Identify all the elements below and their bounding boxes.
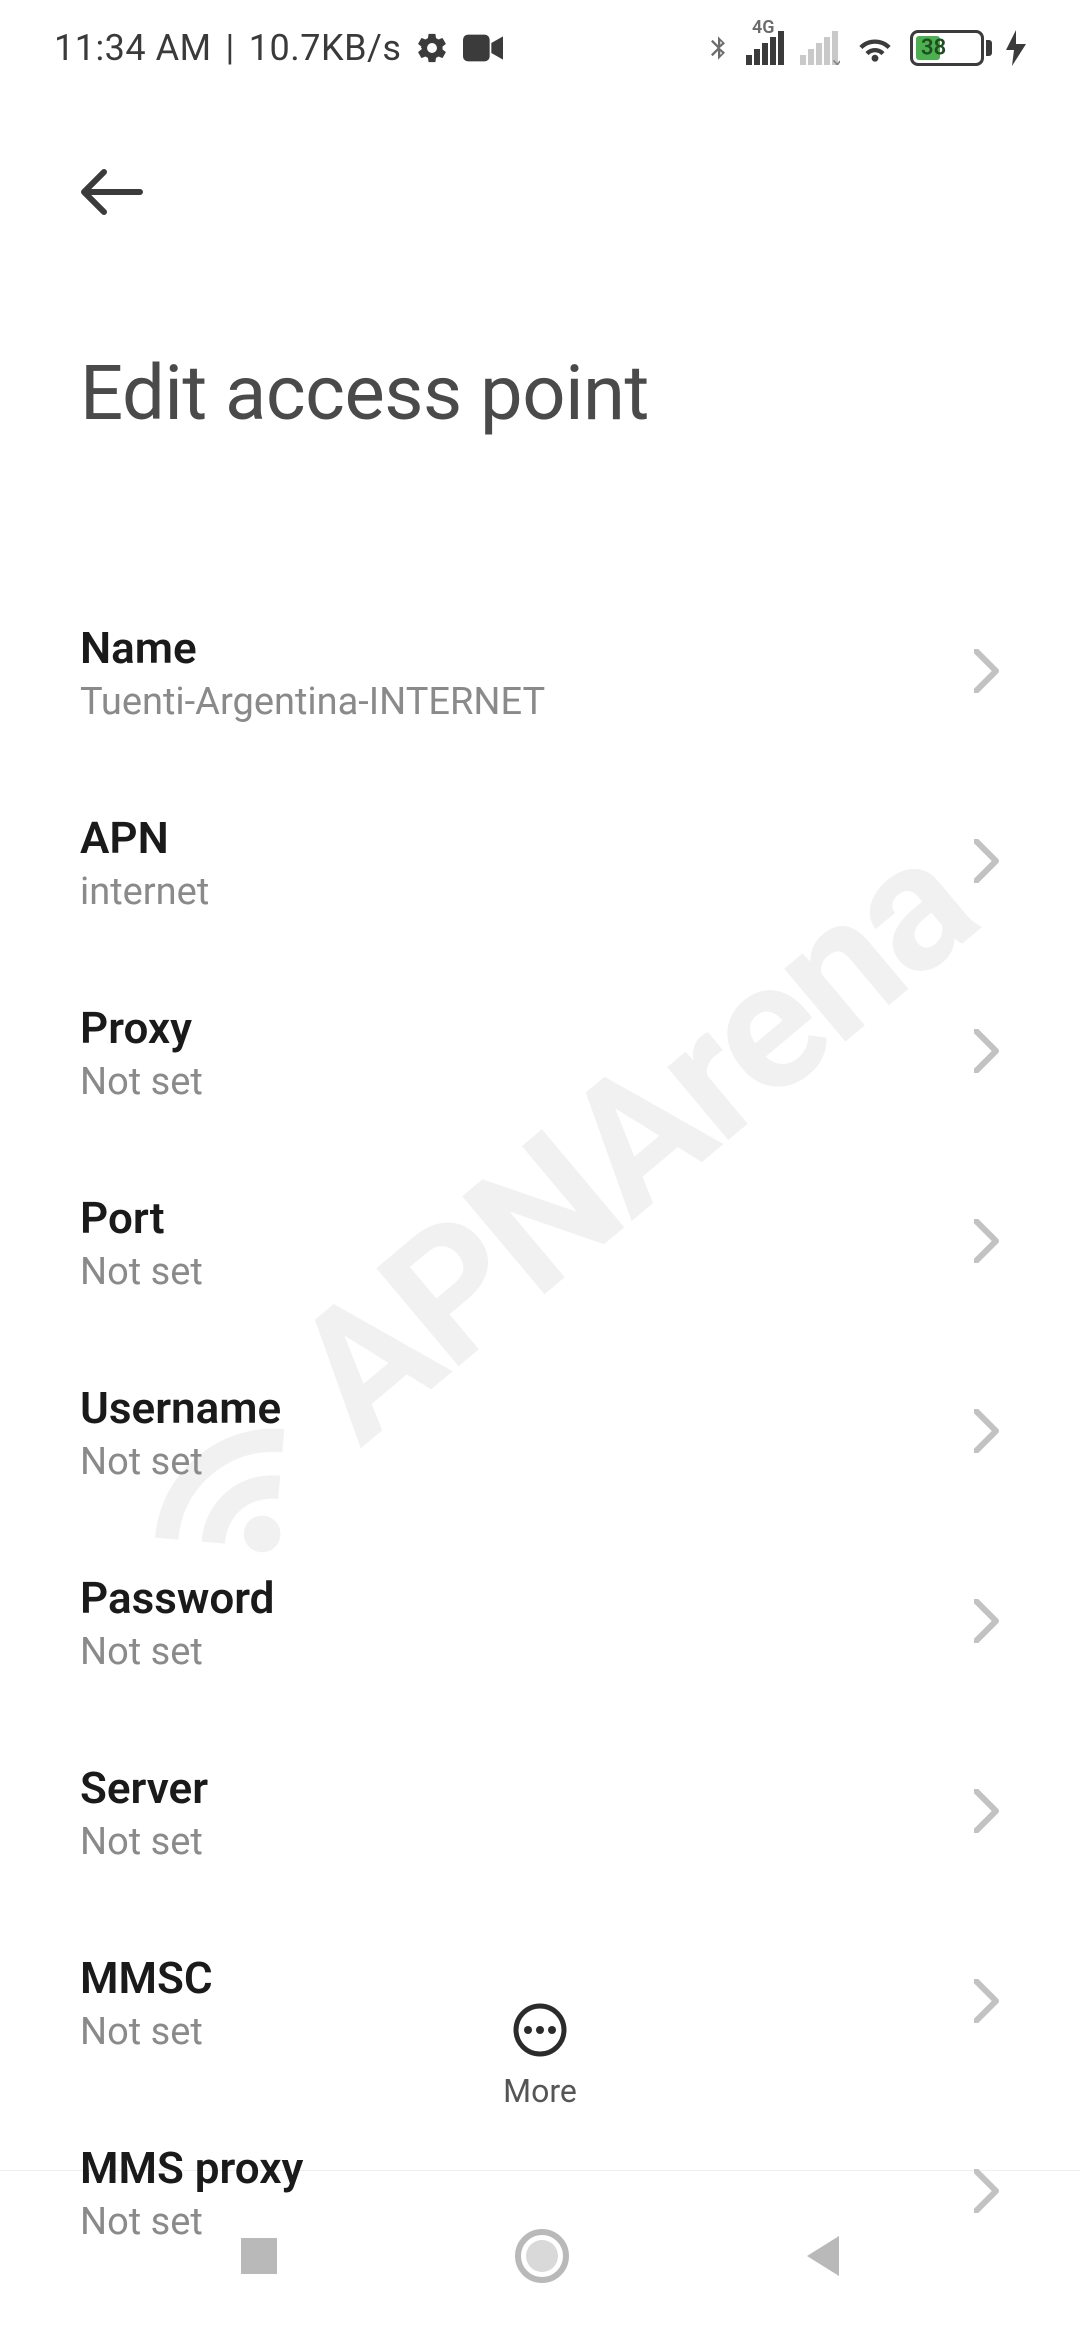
chevron-right-icon xyxy=(974,1029,1000,1077)
arrow-left-icon xyxy=(80,168,144,216)
setting-value: Not set xyxy=(80,1440,281,1484)
setting-value: Not set xyxy=(80,2010,213,2054)
chevron-right-icon xyxy=(974,1789,1000,1837)
setting-title: Port xyxy=(80,1192,203,1244)
setting-title: Name xyxy=(80,622,545,674)
setting-row-name[interactable]: Name Tuenti-Argentina-INTERNET xyxy=(80,578,1000,768)
battery-percent: 38 xyxy=(921,36,946,61)
status-bar: 11:34 AM | 10.7KB/s 4G × xyxy=(0,0,1080,96)
setting-title: MMSC xyxy=(80,1952,213,2004)
chevron-right-icon xyxy=(974,839,1000,887)
chevron-right-icon xyxy=(974,1219,1000,1267)
video-camera-icon xyxy=(463,33,503,63)
chevron-right-icon xyxy=(974,1599,1000,1647)
setting-value: Not set xyxy=(80,1060,203,1104)
status-time: 11:34 AM xyxy=(54,27,212,69)
chevron-right-icon xyxy=(974,2169,1000,2217)
setting-row-mms-proxy[interactable]: MMS proxy Not set xyxy=(80,2098,1000,2288)
status-data-rate: 10.7KB/s xyxy=(249,27,402,69)
setting-row-proxy[interactable]: Proxy Not set xyxy=(80,958,1000,1148)
setting-row-apn[interactable]: APN internet xyxy=(80,768,1000,958)
signal-4g-icon: 4G xyxy=(746,31,786,65)
app-bar: Edit access point xyxy=(0,96,1080,438)
chevron-right-icon xyxy=(974,1979,1000,2027)
setting-value: Not set xyxy=(80,1630,274,1674)
status-right: 4G × 38 xyxy=(704,28,1026,68)
status-left: 11:34 AM | 10.7KB/s xyxy=(54,27,503,69)
setting-value: internet xyxy=(80,870,209,914)
setting-row-mmsc[interactable]: MMSC Not set xyxy=(80,1908,1000,2098)
svg-text:×: × xyxy=(832,52,840,65)
setting-title: Proxy xyxy=(80,1002,203,1054)
battery-indicator: 38 xyxy=(910,30,992,66)
setting-row-username[interactable]: Username Not set xyxy=(80,1338,1000,1528)
wifi-icon xyxy=(854,31,896,65)
setting-title: Server xyxy=(80,1762,208,1814)
back-button[interactable] xyxy=(80,156,152,228)
setting-value: Not set xyxy=(80,1250,203,1294)
setting-value: Tuenti-Argentina-INTERNET xyxy=(80,680,545,724)
setting-row-password[interactable]: Password Not set xyxy=(80,1528,1000,1718)
signal-no-sim-icon: × xyxy=(800,31,840,65)
chevron-right-icon xyxy=(974,649,1000,697)
setting-title: MMS proxy xyxy=(80,2142,303,2194)
charging-icon xyxy=(1006,30,1026,66)
setting-row-port[interactable]: Port Not set xyxy=(80,1148,1000,1338)
setting-value: Not set xyxy=(80,1820,208,1864)
chevron-right-icon xyxy=(974,1409,1000,1457)
setting-value: Not set xyxy=(80,2200,303,2244)
setting-title: Password xyxy=(80,1572,274,1624)
settings-list: Name Tuenti-Argentina-INTERNET APN inter… xyxy=(0,578,1080,2338)
page-title: Edit access point xyxy=(80,348,1000,438)
network-badge: 4G xyxy=(752,17,775,38)
bluetooth-icon xyxy=(704,28,732,68)
setting-title: Username xyxy=(80,1382,281,1434)
gear-icon xyxy=(415,31,449,65)
status-separator: | xyxy=(226,27,235,69)
setting-title: APN xyxy=(80,812,209,864)
setting-row-server[interactable]: Server Not set xyxy=(80,1718,1000,1908)
